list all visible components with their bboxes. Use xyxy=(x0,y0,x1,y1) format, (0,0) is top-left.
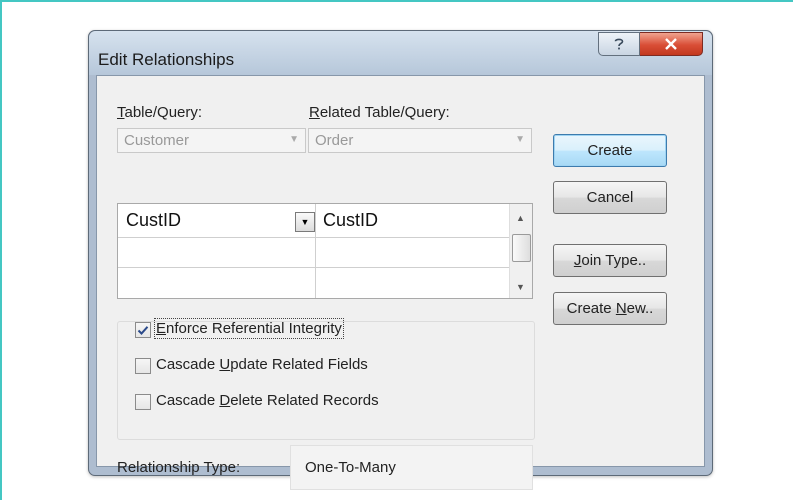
close-button[interactable] xyxy=(640,32,703,56)
checkmark-icon xyxy=(137,325,149,335)
title-bar-buttons xyxy=(598,32,703,56)
related-table-query-value: Order xyxy=(315,132,354,149)
chevron-down-icon: ▼ xyxy=(515,134,525,145)
related-table-query-combo[interactable]: Order ▼ xyxy=(308,128,532,153)
enforce-integrity-checkbox[interactable] xyxy=(135,322,151,338)
create-new-button-label: Create New.. xyxy=(566,300,654,317)
scroll-up-icon[interactable]: ▲ xyxy=(516,213,525,223)
grid-row-divider xyxy=(118,237,511,238)
table-query-value: Customer xyxy=(124,132,190,149)
cancel-button[interactable]: Cancel xyxy=(553,181,667,214)
chevron-down-icon: ▼ xyxy=(300,217,310,227)
grid-vertical-scrollbar[interactable]: ▲ ▼ xyxy=(509,204,532,298)
cascade-delete-checkbox[interactable] xyxy=(135,394,151,410)
field-mapping-grid[interactable]: CustID ▼ CustID ▲ ▼ xyxy=(117,203,533,299)
grid-column-divider xyxy=(315,204,316,298)
relationship-type-label: Relationship Type: xyxy=(117,459,241,476)
cascade-update-label[interactable]: Cascade Update Related Fields xyxy=(156,356,368,373)
join-type-button-label: Join Type.. xyxy=(573,252,647,269)
join-type-button[interactable]: Join Type.. xyxy=(553,244,667,277)
create-button-label: Create xyxy=(587,142,633,159)
scroll-thumb[interactable] xyxy=(512,234,531,262)
help-icon xyxy=(614,38,624,50)
dialog-title: Edit Relationships xyxy=(98,50,235,69)
cascade-delete-label[interactable]: Cascade Delete Related Records xyxy=(156,392,379,409)
create-new-button[interactable]: Create New.. xyxy=(553,292,667,325)
dialog-body: Table/Query: Related Table/Query: Custom… xyxy=(96,75,705,490)
frame-top-border xyxy=(0,0,793,2)
enforce-integrity-label[interactable]: Enforce Referential Integrity xyxy=(154,318,344,339)
frame-left-border xyxy=(0,0,2,500)
related-table-query-label: Related Table/Query: xyxy=(309,104,450,121)
grid-cell-table-field[interactable]: CustID xyxy=(126,210,181,231)
edit-relationships-dialog: Edit Relationships Table/Query: Related … xyxy=(88,30,713,490)
table-query-combo[interactable]: Customer ▼ xyxy=(117,128,306,153)
help-button[interactable] xyxy=(598,32,640,56)
close-icon xyxy=(665,38,677,50)
table-query-label: Table/Query: xyxy=(117,104,203,121)
integrity-options-group xyxy=(117,321,535,440)
relationship-type-box: One-To-Many xyxy=(290,445,533,490)
cancel-button-label: Cancel xyxy=(586,189,634,206)
title-bar[interactable]: Edit Relationships xyxy=(89,31,712,75)
scroll-down-icon[interactable]: ▼ xyxy=(516,282,525,292)
grid-row-divider xyxy=(118,267,511,268)
chevron-down-icon: ▼ xyxy=(289,134,299,145)
create-button[interactable]: Create xyxy=(553,134,667,167)
field-dropdown-button[interactable]: ▼ xyxy=(295,212,315,232)
relationship-type-value: One-To-Many xyxy=(305,459,396,476)
grid-cell-related-field[interactable]: CustID xyxy=(323,210,378,231)
cascade-update-checkbox[interactable] xyxy=(135,358,151,374)
